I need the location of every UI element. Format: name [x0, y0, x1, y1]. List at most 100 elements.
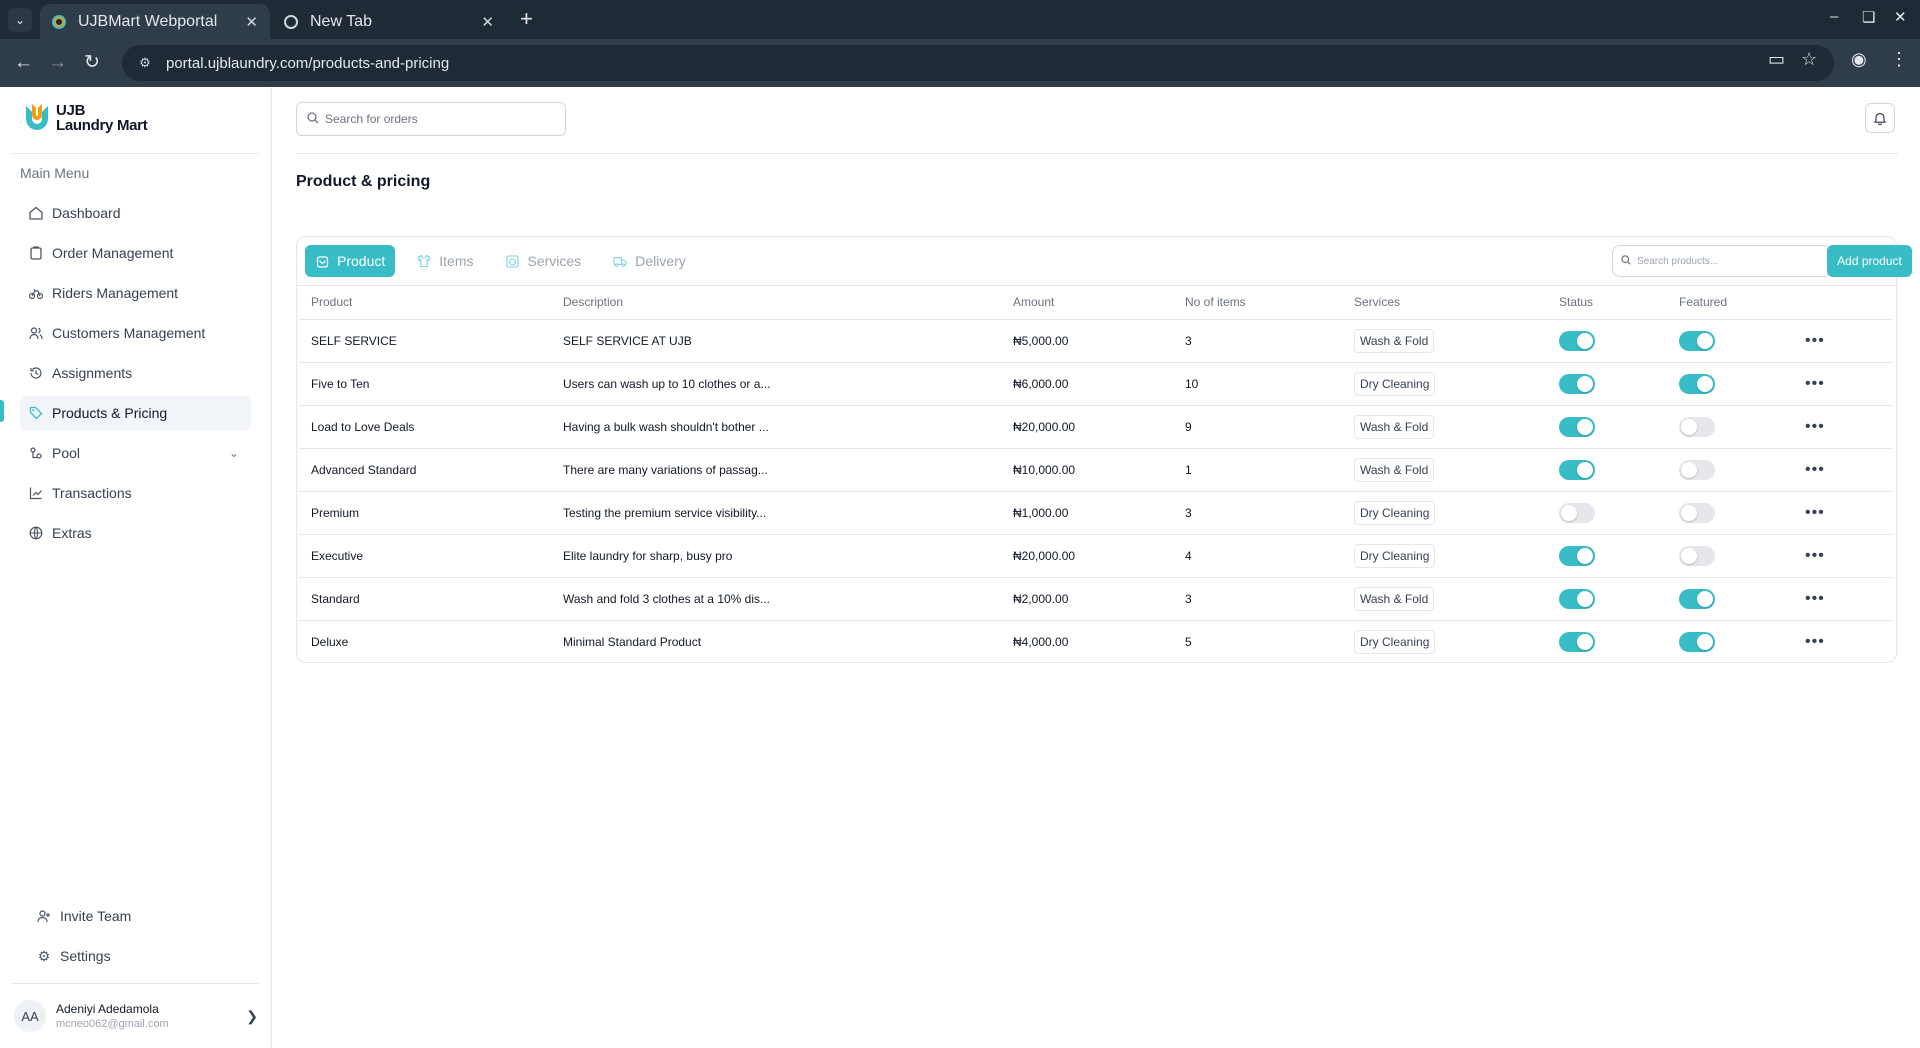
- notification-bell-icon[interactable]: [1865, 103, 1895, 133]
- user-plus-icon: [36, 908, 52, 924]
- browser-tab-bar: ⌄ UJBMart Webportal ✕ New Tab ✕ + – ❏ ✕: [0, 0, 1920, 39]
- actions-cell: •••: [1793, 620, 1893, 663]
- order-search-input[interactable]: Search for orders: [296, 102, 566, 136]
- sidebar-item-customers-management[interactable]: Customers Management: [20, 316, 251, 350]
- back-arrow-icon[interactable]: ←: [14, 51, 33, 75]
- more-options-icon[interactable]: •••: [1805, 590, 1825, 607]
- featured-toggle[interactable]: [1679, 459, 1715, 480]
- close-tab-icon[interactable]: ✕: [245, 13, 258, 31]
- chevron-right-icon[interactable]: ❯: [246, 1008, 258, 1025]
- add-product-button[interactable]: Add product: [1827, 245, 1912, 277]
- product-amount: ₦10,000.00: [1001, 448, 1173, 492]
- product-service-cell: Dry Cleaning: [1342, 534, 1547, 578]
- more-options-icon[interactable]: •••: [1805, 332, 1825, 349]
- sidebar-item-extras[interactable]: Extras: [20, 516, 251, 550]
- status-cell: [1547, 534, 1667, 578]
- browser-tab-active[interactable]: UJBMart Webportal ✕: [40, 4, 270, 39]
- status-toggle[interactable]: [1559, 459, 1595, 480]
- more-options-icon[interactable]: •••: [1805, 547, 1825, 564]
- status-toggle[interactable]: [1559, 588, 1595, 609]
- product-item-count: 1: [1173, 448, 1342, 492]
- status-toggle[interactable]: [1559, 373, 1595, 394]
- tab-label: Product: [337, 253, 386, 269]
- actions-cell: •••: [1793, 491, 1893, 535]
- featured-toggle[interactable]: [1679, 330, 1715, 351]
- featured-toggle[interactable]: [1679, 416, 1715, 437]
- sidebar-item-pool[interactable]: Pool ⌄: [20, 436, 251, 470]
- sidebar: UJB Laundry Mart Main Menu Dashboard Ord…: [0, 87, 272, 1048]
- featured-toggle[interactable]: [1679, 631, 1715, 652]
- column-header: Product: [299, 286, 551, 320]
- sidebar-item-invite-team[interactable]: Invite Team: [28, 899, 251, 933]
- featured-toggle[interactable]: [1679, 588, 1715, 609]
- products-card: Product Items Services Delivery Search p…: [296, 236, 1912, 663]
- main-content: Search for orders Product & pricing Prod…: [273, 87, 1920, 1048]
- divider: [12, 983, 259, 984]
- ujb-logo[interactable]: UJB Laundry Mart: [26, 103, 148, 133]
- sidebar-item-riders-management[interactable]: Riders Management: [20, 276, 251, 310]
- more-options-icon[interactable]: •••: [1805, 418, 1825, 435]
- more-options-icon[interactable]: •••: [1805, 461, 1825, 478]
- table-row[interactable]: Standard Wash and fold 3 clothes at a 10%…: [299, 577, 1893, 621]
- tab-product[interactable]: Product: [305, 245, 396, 277]
- forward-arrow-icon[interactable]: →: [48, 51, 67, 75]
- table-row[interactable]: Advanced Standard There are many variatio…: [299, 448, 1893, 492]
- tab-delivery[interactable]: Delivery: [603, 245, 696, 277]
- search-icon: [307, 111, 319, 127]
- product-amount: ₦6,000.00: [1001, 362, 1173, 406]
- table-row[interactable]: SELF SERVICE SELF SERVICE AT UJB ₦5,000.00…: [299, 319, 1893, 363]
- actions-cell: •••: [1793, 448, 1893, 492]
- bookmark-star-icon[interactable]: ☆: [1801, 49, 1817, 70]
- more-options-icon[interactable]: •••: [1805, 375, 1825, 392]
- browser-tab-new[interactable]: New Tab ✕: [272, 4, 506, 39]
- user-profile[interactable]: AA Adeniyi Adedamola mcneo062@gmail.com …: [14, 997, 258, 1035]
- status-toggle[interactable]: [1559, 502, 1595, 523]
- sidebar-item-products-pricing[interactable]: Products & Pricing: [20, 396, 251, 430]
- sidebar-item-assignments[interactable]: Assignments: [20, 356, 251, 390]
- sidebar-item-order-management[interactable]: Order Management: [20, 236, 251, 270]
- close-tab-icon[interactable]: ✕: [481, 13, 494, 31]
- service-badge: Dry Cleaning: [1354, 371, 1436, 396]
- reload-icon[interactable]: ↻: [84, 51, 100, 75]
- service-badge: Wash & Fold: [1354, 414, 1435, 439]
- status-cell: [1547, 405, 1667, 449]
- tab-search-icon[interactable]: ⌄: [8, 8, 32, 32]
- divider: [296, 153, 1898, 154]
- browser-menu-icon[interactable]: ⋮: [1890, 49, 1908, 70]
- sidebar-item-settings[interactable]: ⚙ Settings: [28, 939, 251, 973]
- tab-services[interactable]: Services: [495, 245, 591, 277]
- profile-icon[interactable]: ◉: [1851, 49, 1867, 70]
- sidebar-item-label: Riders Management: [52, 285, 179, 301]
- sidebar-item-transactions[interactable]: Transactions: [20, 476, 251, 510]
- window-close-icon[interactable]: ✕: [1894, 8, 1907, 26]
- table-row[interactable]: Executive Elite laundry for sharp, busy p…: [299, 534, 1893, 578]
- more-options-icon[interactable]: •••: [1805, 504, 1825, 521]
- home-icon: [28, 205, 44, 221]
- avatar: AA: [14, 1000, 46, 1032]
- featured-toggle[interactable]: [1679, 373, 1715, 394]
- address-bar[interactable]: ⚙ portal.ujblaundry.com/products-and-pri…: [122, 45, 1834, 81]
- status-toggle[interactable]: [1559, 330, 1595, 351]
- featured-toggle[interactable]: [1679, 545, 1715, 566]
- column-header-actions: [1793, 286, 1893, 320]
- more-options-icon[interactable]: •••: [1805, 633, 1825, 650]
- status-toggle[interactable]: [1559, 545, 1595, 566]
- table-row[interactable]: Five to Ten Users can wash up to 10 cloth…: [299, 362, 1893, 406]
- status-toggle[interactable]: [1559, 416, 1595, 437]
- tab-items[interactable]: Items: [407, 245, 483, 277]
- new-tab-plus-icon[interactable]: +: [520, 7, 533, 31]
- product-search-input[interactable]: Search products...: [1612, 245, 1832, 277]
- install-app-icon[interactable]: ▭: [1768, 49, 1785, 70]
- table-row[interactable]: Load to Love Deals Having a bulk wash sho…: [299, 405, 1893, 449]
- table-row[interactable]: Deluxe Minimal Standard Product ₦4,000.00 5…: [299, 620, 1893, 663]
- restore-icon[interactable]: ❏: [1862, 8, 1875, 26]
- chevron-down-icon[interactable]: ⌄: [229, 446, 239, 460]
- site-settings-icon[interactable]: ⚙: [136, 54, 154, 72]
- minimize-icon[interactable]: –: [1830, 8, 1838, 25]
- featured-cell: [1667, 405, 1793, 449]
- table-row[interactable]: Premium Testing the premium service visib…: [299, 491, 1893, 535]
- status-cell: [1547, 362, 1667, 406]
- status-toggle[interactable]: [1559, 631, 1595, 652]
- featured-toggle[interactable]: [1679, 502, 1715, 523]
- sidebar-item-dashboard[interactable]: Dashboard: [20, 196, 251, 230]
